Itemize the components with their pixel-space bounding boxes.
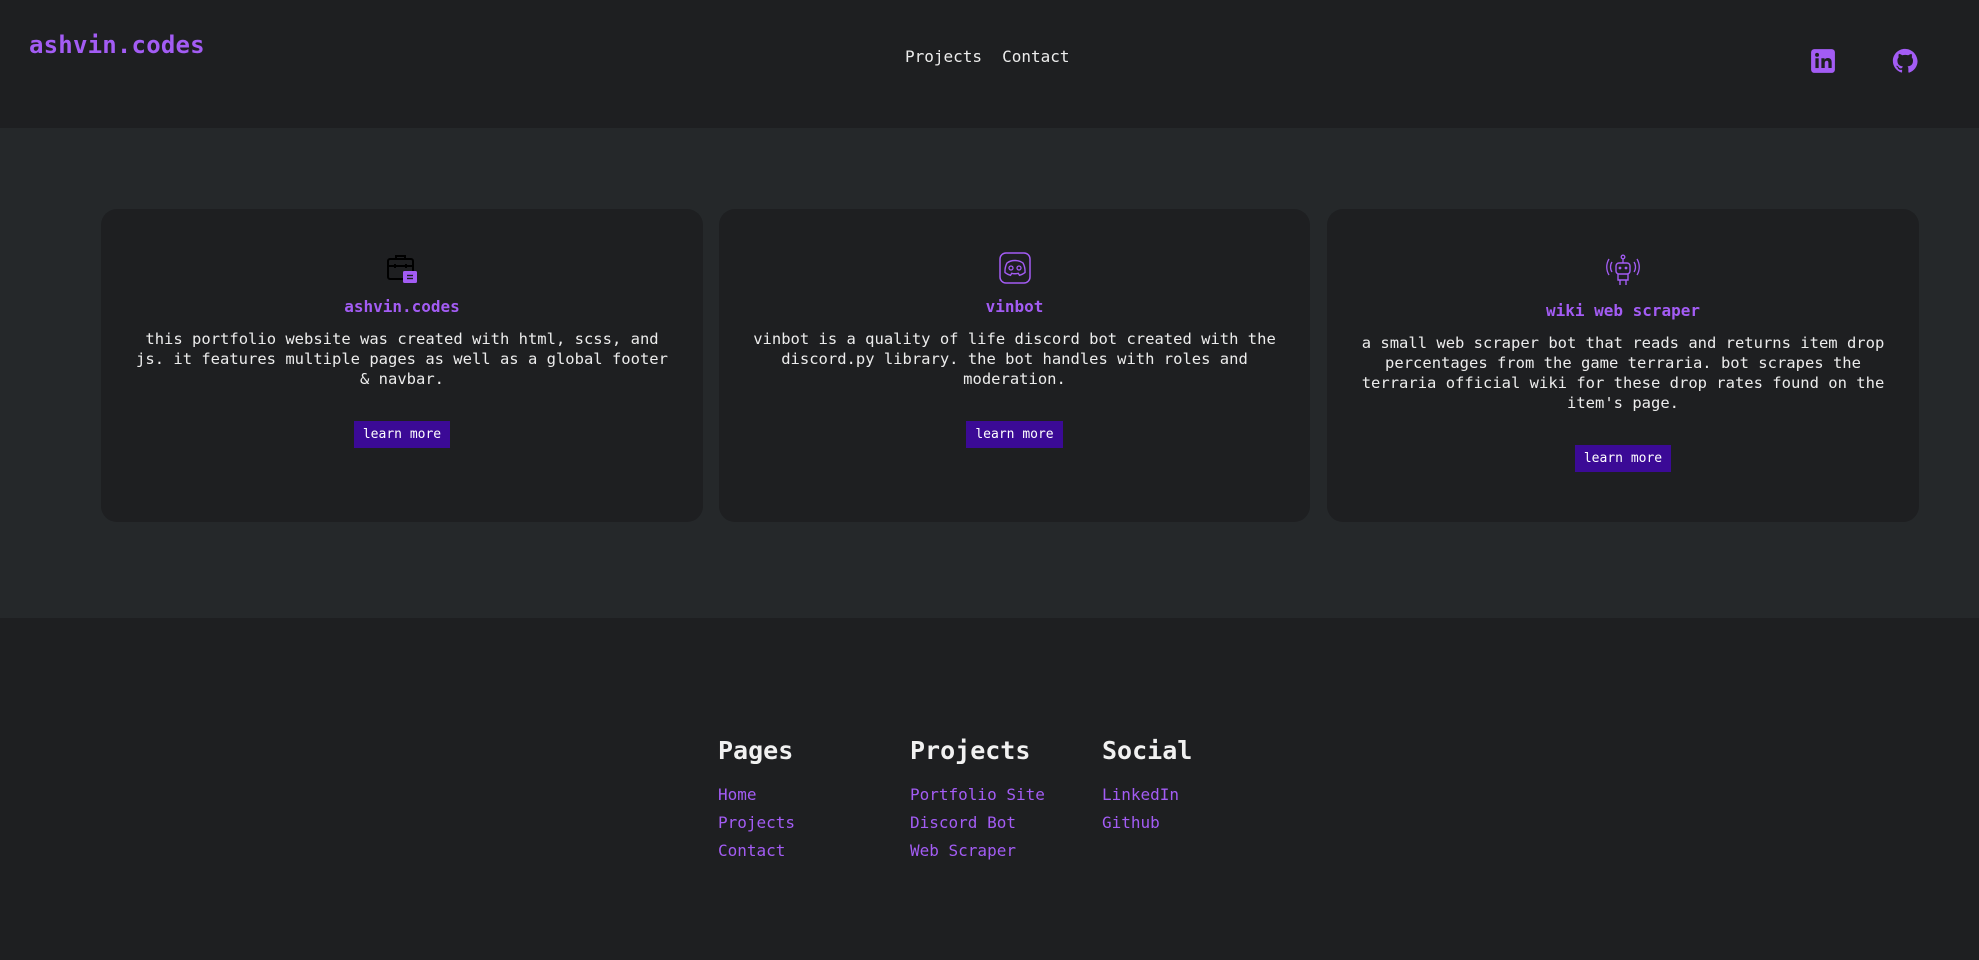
nav-projects-link[interactable]: Projects [905,47,982,66]
card-title: wiki web scraper [1545,301,1701,320]
project-card-scraper: wiki web scraper a small web scraper bot… [1327,209,1919,522]
main-nav: Projects Contact [905,47,1070,66]
footer-link-projects[interactable]: Projects [718,809,795,837]
footer-link-discord-bot[interactable]: Discord Bot [910,809,1045,837]
footer-heading: Social [1102,736,1193,765]
footer-link-contact[interactable]: Contact [718,837,795,865]
card-description: vinbot is a quality of life discord bot … [753,330,1276,388]
card-title: vinbot [985,297,1044,316]
projects-section: ashvin.codes this portfolio website was … [0,128,1979,618]
project-card-vinbot: vinbot vinbot is a quality of life disco… [719,209,1310,522]
footer-column-social: Social LinkedIn Github [1102,736,1192,837]
nav-contact-link[interactable]: Contact [1002,47,1069,66]
project-card-portfolio: ashvin.codes this portfolio website was … [101,209,703,522]
learn-more-button[interactable]: learn more [966,421,1063,448]
site-logo[interactable]: ashvin.codes [29,31,205,59]
card-description: this portfolio website was created with … [136,330,668,388]
footer-column-pages: Pages Home Projects Contact [718,736,795,865]
footer-heading: Projects [910,736,1031,765]
discord-bot-icon [998,252,1031,284]
card-title: ashvin.codes [344,297,460,316]
linkedin-icon[interactable] [1810,48,1836,74]
learn-more-button[interactable]: learn more [1574,445,1672,472]
footer-link-github[interactable]: Github [1102,809,1192,837]
footer-link-home[interactable]: Home [718,781,795,809]
footer-link-linkedin[interactable]: LinkedIn [1102,781,1192,809]
footer-link-web-scraper[interactable]: Web Scraper [910,837,1045,865]
learn-more-button[interactable]: learn more [353,421,451,448]
card-description: a small web scraper bot that reads and r… [1361,334,1885,412]
footer-column-projects: Projects Portfolio Site Discord Bot Web … [910,736,1045,865]
header-social-links [1810,48,1918,74]
web-scraper-bot-icon [1606,254,1640,285]
footer-link-portfolio-site[interactable]: Portfolio Site [910,781,1045,809]
portfolio-briefcase-icon [387,255,417,283]
site-header: ashvin.codes Projects Contact [0,0,1979,128]
footer-heading: Pages [718,736,794,765]
github-icon[interactable] [1892,48,1918,74]
